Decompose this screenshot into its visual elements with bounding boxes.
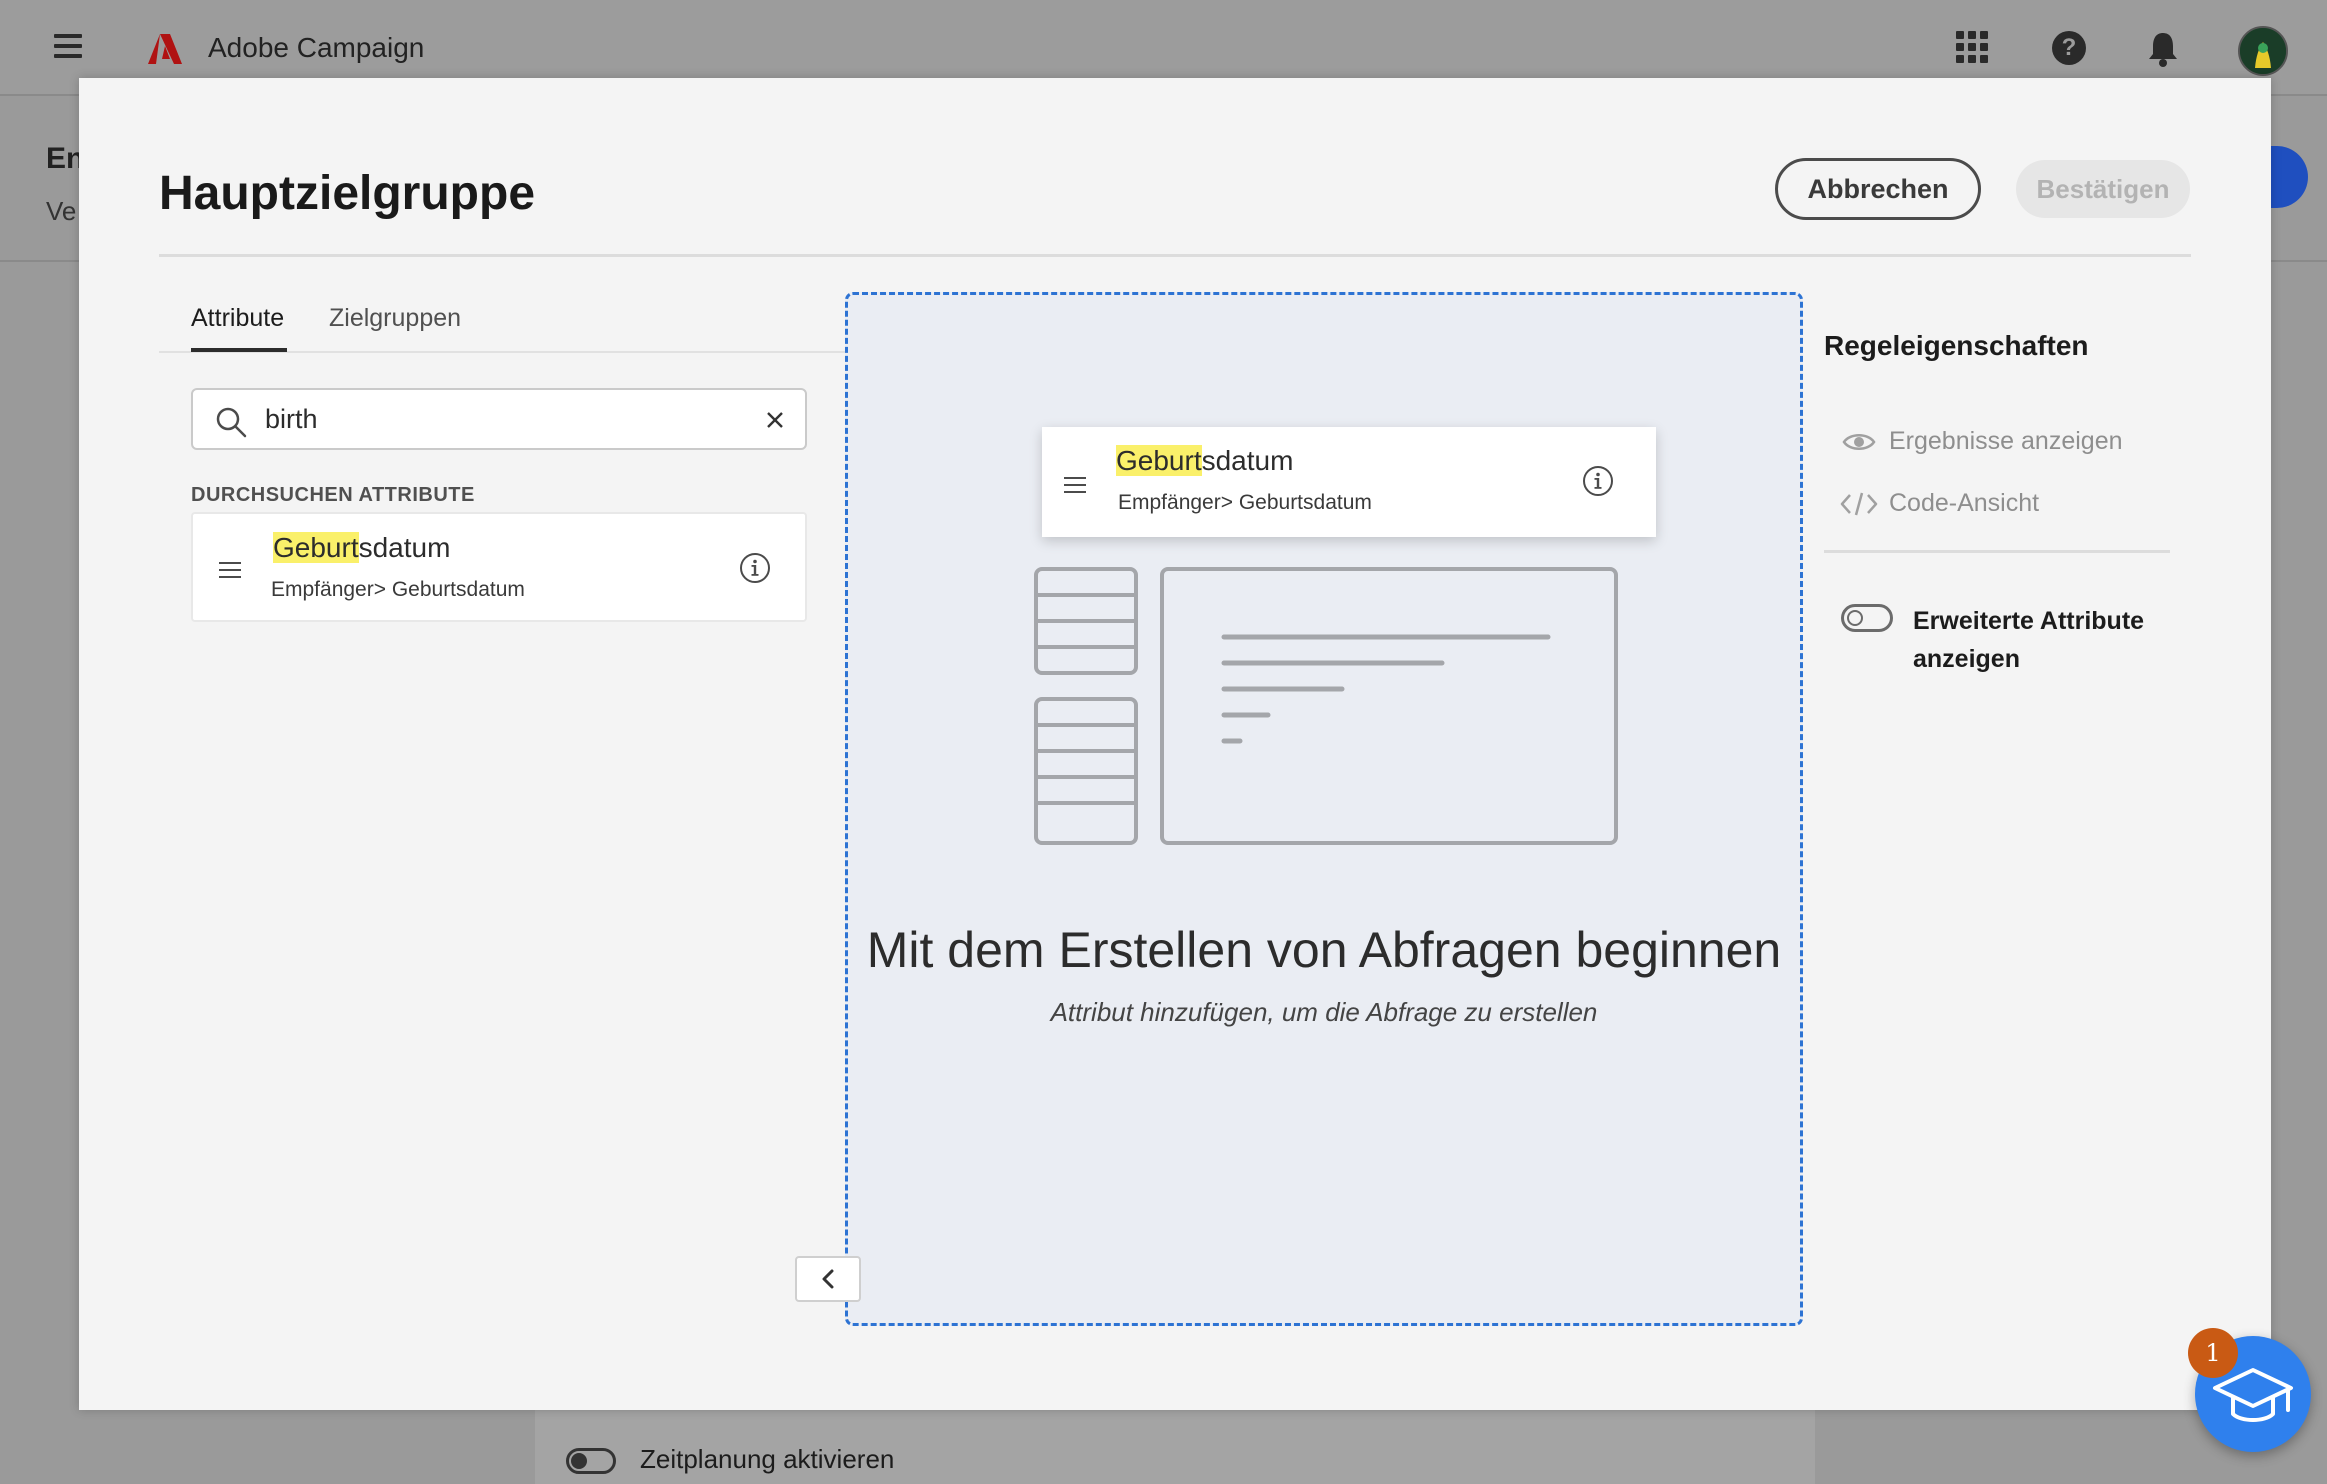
- code-view-action[interactable]: Code-Ansicht: [1889, 489, 2039, 518]
- rule-properties-divider: [1824, 550, 2170, 553]
- empty-query-illustration: [1034, 567, 1618, 845]
- help-icon[interactable]: ?: [2052, 31, 2086, 65]
- search-icon: [216, 407, 247, 438]
- section-label: DURCHSUCHEN ATTRIBUTE: [191, 484, 475, 506]
- dialog-title: Hauptzielgruppe: [159, 167, 536, 220]
- chevron-left-icon: [822, 1269, 834, 1289]
- schedule-toggle: [566, 1448, 616, 1474]
- eye-icon: [1842, 434, 1876, 450]
- avatar[interactable]: [2238, 26, 2288, 76]
- tab-audiences[interactable]: Zielgruppen: [329, 304, 461, 333]
- attribute-name: Geburtsdatum: [273, 532, 450, 564]
- show-results-action[interactable]: Ergebnisse anzeigen: [1889, 427, 2123, 456]
- active-tab-indicator: [191, 348, 287, 352]
- empty-state-title: Mit dem Erstellen von Abfragen beginnen: [866, 922, 1782, 978]
- notification-badge: 1: [2188, 1328, 2238, 1378]
- rule-properties-title: Regeleigenschaften: [1824, 330, 2089, 361]
- app-title: Adobe Campaign: [208, 32, 425, 63]
- info-icon[interactable]: [739, 552, 771, 584]
- query-canvas-dropzone[interactable]: Geburtsdatum Empfänger> Geburtsdatum Mit…: [845, 292, 1803, 1326]
- advanced-attributes-toggle[interactable]: [1841, 604, 1893, 632]
- advanced-attributes-label: Erweiterte Attribute anzeigen: [1913, 607, 2145, 673]
- dragged-attribute-card: Geburtsdatum Empfänger> Geburtsdatum: [1042, 427, 1656, 537]
- bell-icon[interactable]: [2146, 30, 2180, 68]
- code-icon: [1840, 492, 1878, 516]
- tab-attributes[interactable]: Attribute: [191, 304, 284, 333]
- attribute-search-input[interactable]: birth: [191, 388, 807, 450]
- search-highlight: Geburt: [273, 532, 359, 563]
- dragged-attribute-name-rest: sdatum: [1201, 445, 1294, 476]
- confirm-button[interactable]: Bestätigen: [2016, 160, 2190, 218]
- menu-icon[interactable]: [54, 34, 82, 60]
- drag-handle-icon[interactable]: [219, 562, 241, 578]
- dragged-attribute-path: Empfänger> Geburtsdatum: [1118, 491, 1372, 514]
- attribute-name-rest: sdatum: [358, 532, 451, 563]
- attribute-path: Empfänger> Geburtsdatum: [271, 578, 525, 601]
- collapse-panel-button[interactable]: [795, 1256, 861, 1302]
- header-divider: [159, 254, 2191, 257]
- adobe-logo-icon: [148, 34, 182, 64]
- drag-handle-icon: [1064, 477, 1086, 493]
- attribute-result-item[interactable]: Geburtsdatum Empfänger> Geburtsdatum: [191, 512, 807, 622]
- schedule-toggle-label: Zeitplanung aktivieren: [640, 1444, 895, 1474]
- cancel-button[interactable]: Abbrechen: [1775, 158, 1981, 220]
- apps-grid-icon[interactable]: [1956, 31, 1988, 63]
- clear-icon[interactable]: [765, 410, 785, 430]
- search-value: birth: [265, 404, 318, 434]
- target-audience-dialog: Hauptzielgruppe Abbrechen Bestätigen Att…: [79, 78, 2271, 1410]
- dragged-attribute-name: Geburtsdatum: [1116, 445, 1293, 477]
- info-icon: [1583, 466, 1613, 496]
- empty-state-subtitle: Attribut hinzufügen, um die Abfrage zu e…: [1050, 997, 1598, 1027]
- background-page-subtitle: Ve: [46, 196, 77, 226]
- search-highlight: Geburt: [1116, 445, 1202, 476]
